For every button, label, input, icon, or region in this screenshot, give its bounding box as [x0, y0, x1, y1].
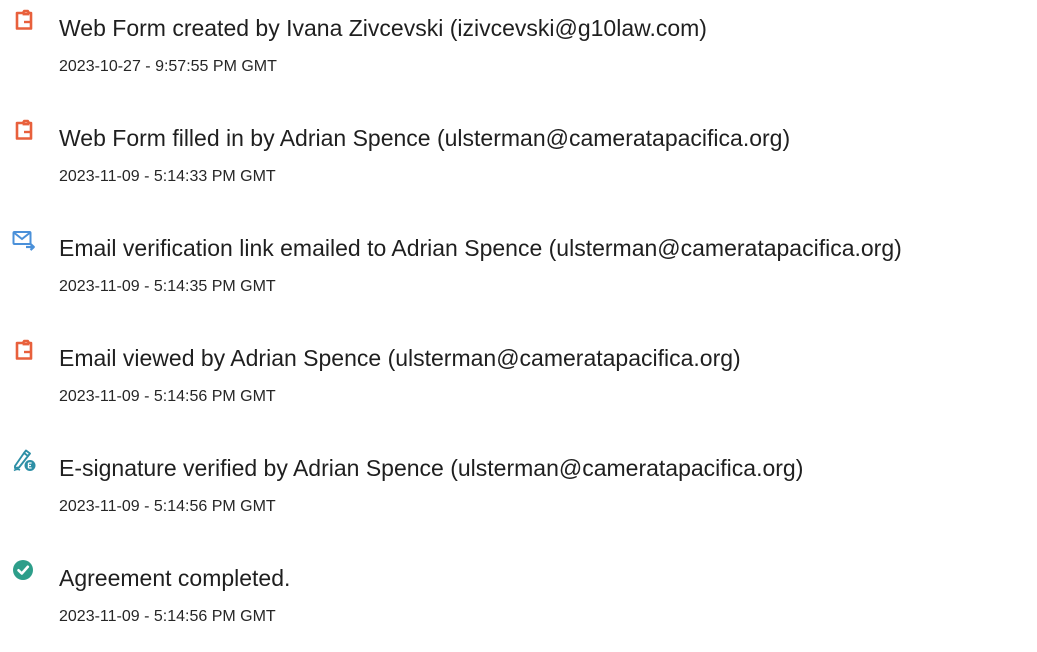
event-description: Email viewed by Adrian Spence (ulsterman… — [59, 345, 741, 371]
history-event: Email verification link emailed to Adria… — [0, 220, 1037, 310]
event-timestamp: 2023-11-09 - 5:14:56 PM GMT — [59, 388, 276, 405]
event-description: E-signature verified by Adrian Spence (u… — [59, 455, 804, 481]
history-event: Agreement completed. 2023-11-09 - 5:14:5… — [0, 550, 1037, 640]
history-event: Email viewed by Adrian Spence (ulsterman… — [0, 330, 1037, 420]
document-icon — [12, 8, 36, 32]
e-signature-icon — [12, 448, 36, 472]
document-icon — [12, 338, 36, 362]
event-timestamp: 2023-10-27 - 9:57:55 PM GMT — [59, 58, 277, 75]
event-description: Web Form created by Ivana Zivcevski (izi… — [59, 15, 707, 41]
event-description: Web Form filled in by Adrian Spence (uls… — [59, 125, 791, 151]
event-timestamp: 2023-11-09 - 5:14:35 PM GMT — [59, 278, 276, 295]
audit-history: Web Form created by Ivana Zivcevski (izi… — [0, 0, 1037, 652]
history-event: Web Form created by Ivana Zivcevski (izi… — [0, 0, 1037, 90]
event-description: Agreement completed. — [59, 565, 291, 591]
event-description: Email verification link emailed to Adria… — [59, 235, 902, 261]
checkmark-circle-icon — [12, 558, 36, 582]
history-event: E-signature verified by Adrian Spence (u… — [0, 440, 1037, 530]
document-icon — [12, 118, 36, 142]
event-timestamp: 2023-11-09 - 5:14:33 PM GMT — [59, 168, 276, 185]
history-event: Web Form filled in by Adrian Spence (uls… — [0, 110, 1037, 200]
event-timestamp: 2023-11-09 - 5:14:56 PM GMT — [59, 498, 276, 515]
event-timestamp: 2023-11-09 - 5:14:56 PM GMT — [59, 608, 276, 625]
email-send-icon — [12, 228, 36, 252]
